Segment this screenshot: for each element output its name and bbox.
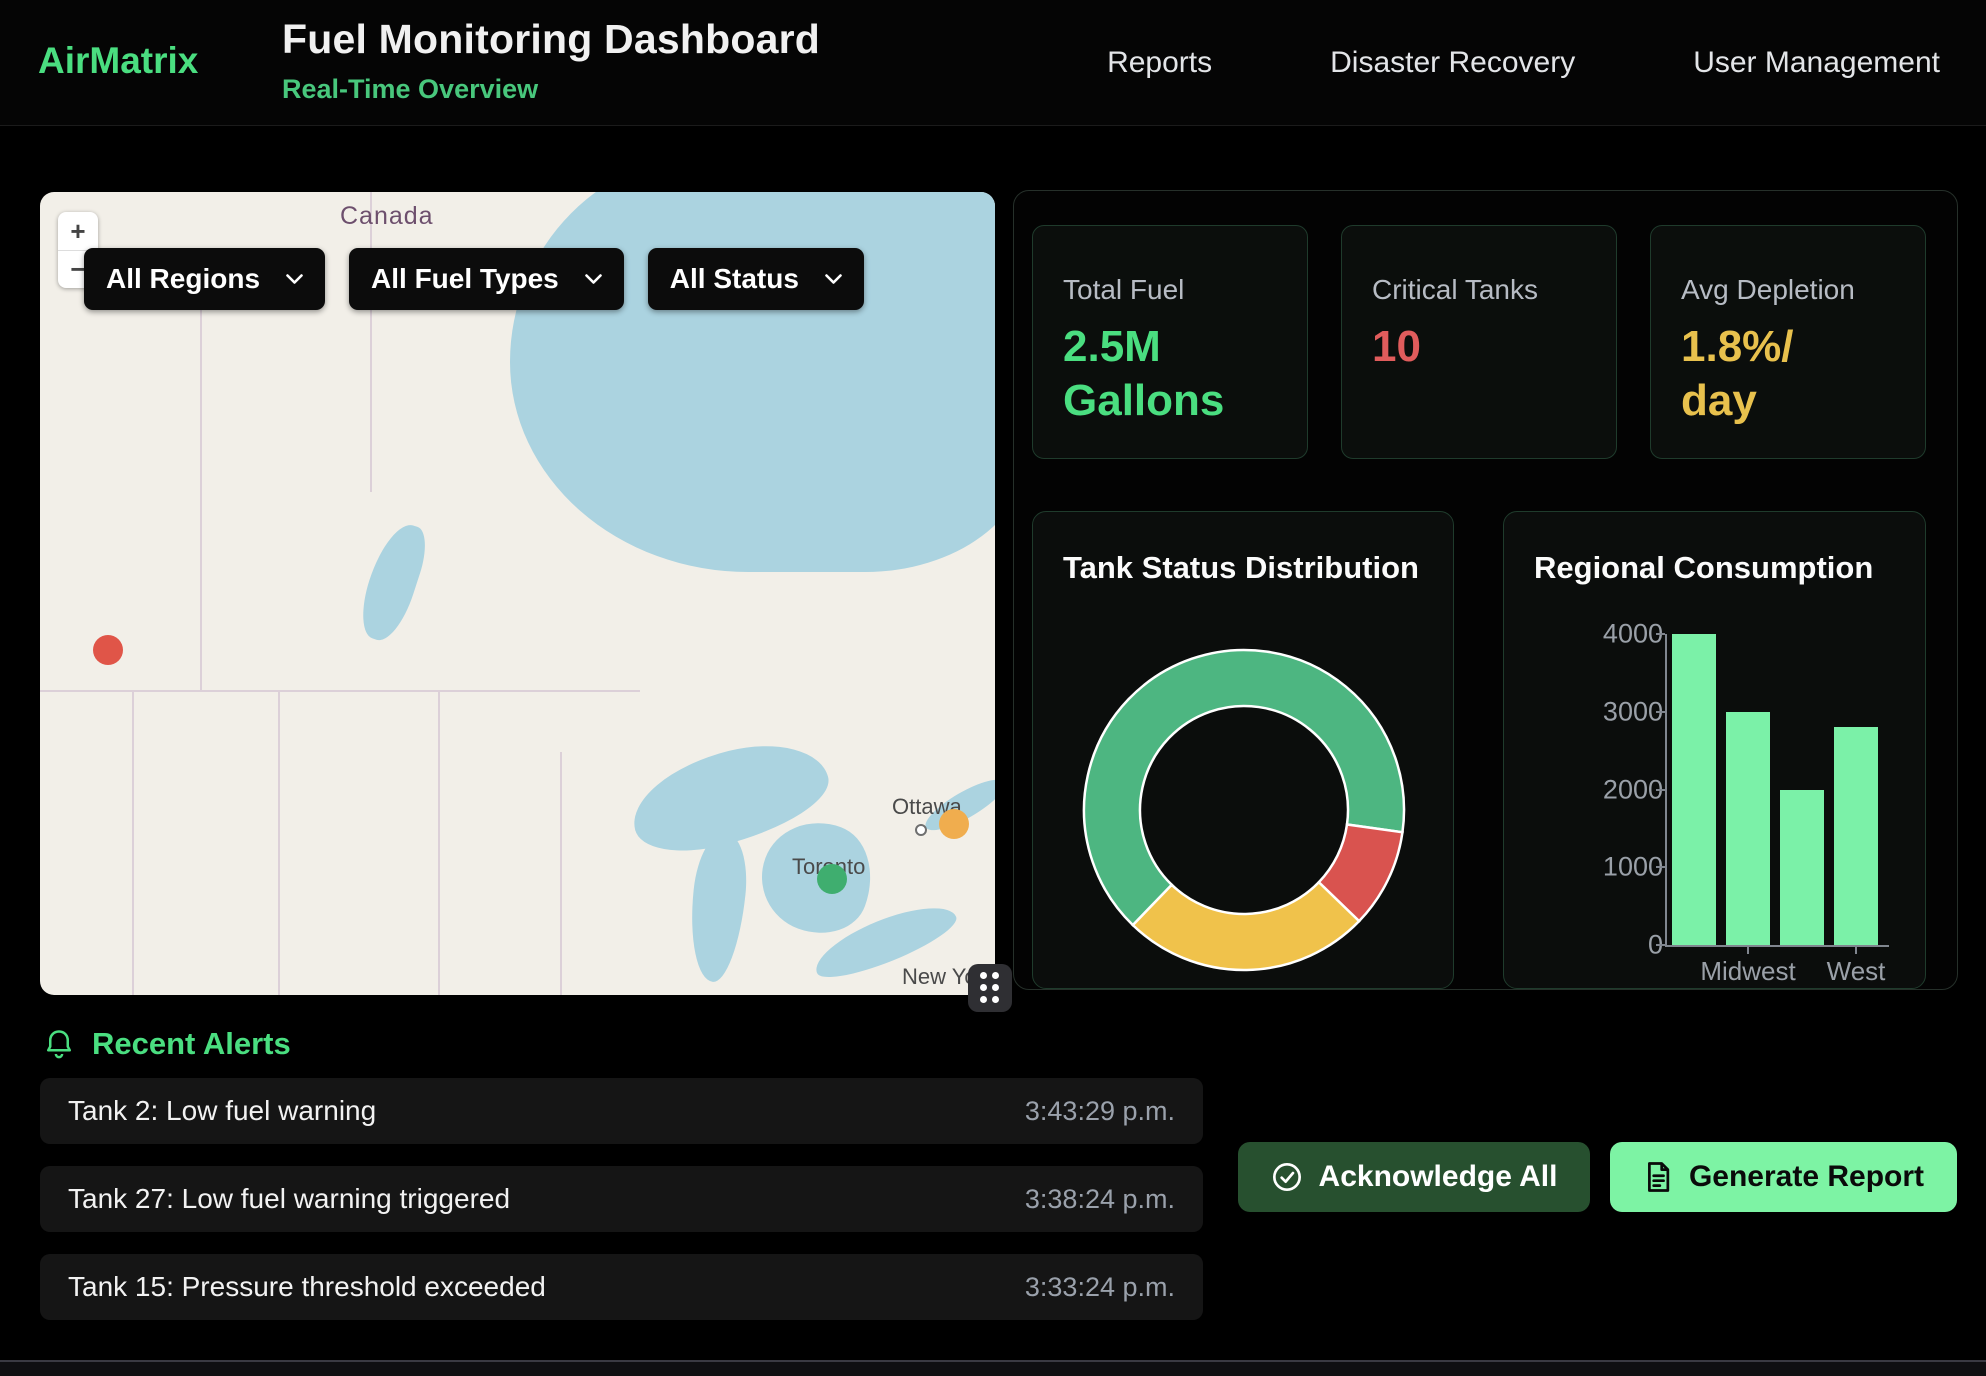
- bar-4: [1834, 727, 1878, 945]
- lake-winnipeg-water: [353, 518, 434, 646]
- bar-1: [1672, 634, 1716, 945]
- check-circle-icon: [1271, 1161, 1303, 1193]
- alert-timestamp: 3:38:24 p.m.: [1025, 1184, 1175, 1215]
- document-icon: [1643, 1161, 1673, 1193]
- bar-2: [1726, 712, 1770, 945]
- filter-select-all-regions[interactable]: All Regions: [84, 248, 325, 310]
- bar-chart-title: Regional Consumption: [1534, 550, 1873, 586]
- alert-message: Tank 15: Pressure threshold exceeded: [68, 1271, 546, 1303]
- filter-select-all-status[interactable]: All Status: [648, 248, 864, 310]
- map-marker-warning[interactable]: [939, 809, 969, 839]
- nav-item-reports[interactable]: Reports: [1107, 46, 1212, 80]
- page-title: Fuel Monitoring Dashboard: [282, 16, 820, 63]
- y-tick-label: 3000: [1603, 696, 1663, 727]
- generate-report-button[interactable]: Generate Report: [1610, 1142, 1957, 1212]
- regional-consumption-bar-chart: 40003000200010000MidwestWest: [1665, 634, 1895, 945]
- bar-3: [1780, 790, 1824, 946]
- alert-row[interactable]: Tank 2: Low fuel warning 3:43:29 p.m.: [40, 1078, 1203, 1144]
- filter-value: All Fuel Types: [371, 263, 559, 295]
- y-axis: [1665, 634, 1667, 945]
- page-subtitle: Real-Time Overview: [282, 74, 538, 105]
- app-header: AirMatrix Fuel Monitoring Dashboard Real…: [0, 0, 1986, 126]
- alert-row[interactable]: Tank 15: Pressure threshold exceeded 3:33…: [40, 1254, 1203, 1320]
- x-tick-label-midwest: Midwest: [1700, 956, 1795, 987]
- metrics-panel: Total Fuel 2.5M Gallons Critical Tanks 10 Av…: [1013, 190, 1958, 990]
- bottom-scroll-strip[interactable]: [0, 1360, 1986, 1376]
- y-tick-mark: [1656, 866, 1665, 868]
- y-tick-mark: [1656, 944, 1665, 946]
- brand-logo[interactable]: AirMatrix: [38, 40, 198, 82]
- map-country-label: Canada: [340, 202, 434, 231]
- nav-item-user-management[interactable]: User Management: [1693, 46, 1940, 80]
- alert-message: Tank 2: Low fuel warning: [68, 1095, 376, 1127]
- generate-report-label: Generate Report: [1689, 1160, 1924, 1194]
- filter-select-all-fuel-types[interactable]: All Fuel Types: [349, 248, 624, 310]
- y-tick-label: 2000: [1603, 774, 1663, 805]
- y-tick-label: 4000: [1603, 619, 1663, 650]
- x-tick-mark: [1747, 945, 1749, 954]
- map-marker-normal[interactable]: [817, 864, 847, 894]
- stat-value: 1.8%/ day: [1681, 320, 1861, 427]
- stat-card-critical-tanks: Critical Tanks 10: [1341, 225, 1617, 459]
- map-resize-handle[interactable]: [968, 964, 1012, 1012]
- stat-card-total-fuel: Total Fuel 2.5M Gallons: [1032, 225, 1308, 459]
- lake-michigan-water: [684, 830, 751, 985]
- filter-value: All Status: [670, 263, 799, 295]
- regional-consumption-card: Regional Consumption 40003000200010000Mi…: [1503, 511, 1926, 989]
- acknowledge-all-label: Acknowledge All: [1319, 1160, 1558, 1194]
- donut-segment-warning: [1133, 882, 1359, 970]
- filter-value: All Regions: [106, 263, 260, 295]
- chevron-down-icon: [825, 274, 842, 285]
- main-nav: Reports Disaster Recovery User Management: [1107, 0, 1940, 126]
- map-marker-critical[interactable]: [93, 635, 123, 665]
- y-tick-mark: [1656, 789, 1665, 791]
- x-tick-mark: [1855, 945, 1857, 954]
- stat-label: Avg Depletion: [1681, 274, 1895, 306]
- map-canvas[interactable]: Canada OttawaTorontoNew York + − All Reg…: [40, 192, 995, 995]
- acknowledge-all-button[interactable]: Acknowledge All: [1238, 1142, 1590, 1212]
- zoom-in-button[interactable]: +: [58, 212, 98, 250]
- y-tick-label: 1000: [1603, 852, 1663, 883]
- bell-icon: [44, 1027, 74, 1061]
- y-tick-mark: [1656, 633, 1665, 635]
- recent-alerts-header: Recent Alerts: [44, 1026, 291, 1062]
- y-tick-mark: [1656, 711, 1665, 713]
- stat-value: 10: [1372, 320, 1552, 374]
- alert-timestamp: 3:33:24 p.m.: [1025, 1272, 1175, 1303]
- nav-item-disaster-recovery[interactable]: Disaster Recovery: [1330, 46, 1575, 80]
- alert-message: Tank 27: Low fuel warning triggered: [68, 1183, 510, 1215]
- alert-timestamp: 3:43:29 p.m.: [1025, 1096, 1175, 1127]
- stat-label: Critical Tanks: [1372, 274, 1586, 306]
- donut-chart-title: Tank Status Distribution: [1063, 550, 1419, 586]
- x-tick-label-west: West: [1827, 956, 1886, 987]
- map-panel: Canada OttawaTorontoNew York + − All Reg…: [40, 192, 995, 995]
- stat-value: 2.5M Gallons: [1063, 320, 1243, 427]
- tank-status-donut-chart: [1034, 600, 1454, 990]
- stat-label: Total Fuel: [1063, 274, 1277, 306]
- tank-status-card: Tank Status Distribution: [1032, 511, 1454, 989]
- stat-card-avg-depletion: Avg Depletion 1.8%/ day: [1650, 225, 1926, 459]
- chevron-down-icon: [286, 274, 303, 285]
- map-filter-bar: All Regions All Fuel Types All Status: [84, 248, 864, 310]
- city-dot-ottawa: [915, 824, 927, 836]
- chevron-down-icon: [585, 274, 602, 285]
- alert-row[interactable]: Tank 27: Low fuel warning triggered 3:38:…: [40, 1166, 1203, 1232]
- recent-alerts-title: Recent Alerts: [92, 1026, 291, 1062]
